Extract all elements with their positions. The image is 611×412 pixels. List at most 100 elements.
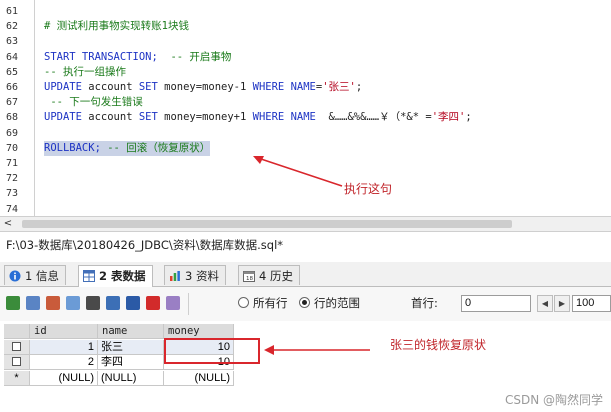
row-selector[interactable]: * (4, 370, 30, 386)
code-token: -- 开启事物 (157, 50, 232, 63)
code-line: ROLLBACK; -- 回滚（恢复原状） (44, 140, 211, 156)
line-number: 61 (6, 6, 19, 17)
grid-cell-name[interactable]: 张三 (98, 339, 164, 355)
profile-icon (170, 271, 180, 281)
code-line: UPDATE account SET money=money+1 WHERE N… (44, 110, 472, 125)
code-token: -- 下一句发生错误 (44, 96, 143, 109)
code-token: SET (138, 81, 158, 93)
refresh-grid-icon[interactable] (66, 296, 80, 310)
code-token: # 测试利用事物实现转账1块钱 (44, 20, 189, 33)
grid-column-header-money[interactable]: money (164, 324, 234, 339)
grid-cell-id[interactable]: (NULL) (30, 370, 98, 386)
code-line: UPDATE account SET money=money-1 WHERE N… (44, 80, 362, 95)
grid-cell-id[interactable]: 1 (30, 339, 98, 355)
radio-all-rows-label: 所有行 (253, 296, 288, 310)
row-checkbox[interactable] (12, 357, 21, 366)
grid-column-header-name[interactable]: name (98, 324, 164, 339)
grid-cell-name[interactable]: 李四 (98, 355, 164, 370)
grid-cell-money[interactable]: (NULL) (164, 370, 234, 386)
save-row-icon[interactable] (46, 296, 60, 310)
code-token: ; (465, 111, 472, 124)
highlight-box (164, 338, 260, 364)
radio-all-rows[interactable] (238, 297, 249, 308)
line-number: 71 (6, 158, 19, 169)
code-token: NAME (290, 81, 316, 93)
grid-header-corner (4, 324, 30, 339)
info-icon (9, 270, 21, 282)
code-line: # 测试利用事物实现转账1块钱 (44, 19, 189, 34)
grid-column-header-id[interactable]: id (30, 324, 98, 339)
code-line: -- 执行一组操作 (44, 65, 126, 80)
row-selector[interactable] (4, 339, 30, 355)
editor-horizontal-scrollbar[interactable]: < (0, 216, 611, 232)
grid-cell-name[interactable]: (NULL) (98, 370, 164, 386)
scroll-left-button[interactable]: < (2, 217, 14, 231)
tab-label: 1 信息 (25, 269, 59, 283)
row-selector[interactable] (4, 355, 30, 370)
sql-editor[interactable]: 61 62 63 64 65 66 67 68 69 70 71 72 73 74 # 测试利用事物实现转… (0, 0, 611, 216)
export-icon[interactable] (126, 296, 140, 310)
code-token: UPDATE (44, 81, 82, 93)
code-line: START TRANSACTION; -- 开启事物 (44, 50, 231, 65)
tab-info[interactable]: 1 信息 (4, 265, 66, 285)
row-checkbox[interactable] (12, 341, 21, 351)
code-token: '张三' (322, 81, 356, 93)
delete-row-icon[interactable] (146, 296, 160, 310)
code-token: account (81, 81, 139, 93)
code-token: WHERE (252, 111, 285, 124)
sort-icon[interactable] (106, 296, 120, 310)
row-count-input[interactable]: 100 (572, 295, 611, 312)
code-token: account (81, 111, 139, 124)
result-tabs: 1 信息 2 表数据 3 资料 18 4 历史 (0, 262, 611, 287)
code-token: ROLLBACK; (44, 141, 101, 154)
code-token: money=money+1 (157, 111, 253, 124)
history-icon: 18 (243, 271, 255, 282)
next-page-button[interactable]: ▶ (554, 295, 570, 312)
line-number: 63 (6, 36, 19, 48)
code-token: UPDATE (44, 111, 82, 124)
tab-label: 3 资料 (185, 269, 219, 283)
code-token: -- 回滚（恢复原状） (100, 141, 211, 154)
line-number: 72 (6, 173, 19, 185)
line-number: 64 (6, 51, 19, 63)
code-token: '李四' (431, 111, 466, 124)
prev-page-button[interactable]: ◀ (537, 295, 553, 312)
reset-icon[interactable] (166, 296, 180, 310)
toolbar-separator (188, 293, 189, 315)
code-token: SET (138, 111, 158, 124)
line-number: 70 (6, 142, 19, 154)
tab-profile[interactable]: 3 资料 (164, 265, 226, 285)
grid-cell-id[interactable]: 2 (30, 355, 98, 370)
file-path: F:\03-数据库\20180426_JDBC\资料\数据库数据.sql* (0, 232, 611, 258)
code-token: WHERE (252, 81, 285, 93)
tab-label: 2 表数据 (99, 269, 146, 283)
tab-table-data[interactable]: 2 表数据 (78, 265, 153, 287)
code-line: -- 下一句发生错误 (44, 95, 143, 110)
code-token: ; (355, 81, 363, 93)
radio-row-range[interactable] (299, 297, 310, 308)
tab-history[interactable]: 18 4 历史 (238, 265, 300, 285)
line-number: 73 (6, 188, 19, 200)
editor-annotation: 执行这句 (344, 182, 393, 196)
code-token: START TRANSACTION; (44, 50, 158, 63)
line-number: 67 (6, 97, 19, 109)
grid-toolbar: 所有行 行的范围 首行: 0 ◀ ▶ 100 (0, 287, 611, 321)
annotation-arrow-grid (264, 345, 370, 355)
filter-icon[interactable] (86, 296, 100, 310)
code-token: &……&%&……￥（*&* = (315, 111, 432, 124)
insert-row-icon[interactable] (6, 296, 20, 310)
watermark: CSDN @陶然同学 (504, 393, 603, 407)
line-number: 66 (6, 82, 19, 93)
scroll-thumb[interactable] (22, 220, 512, 228)
grid-annotation: 张三的钱恢复原状 (390, 338, 487, 352)
code-token: -- 执行一组操作 (44, 65, 126, 78)
line-number: 74 (6, 203, 19, 215)
line-number: 62 (6, 21, 19, 33)
first-row-input[interactable]: 0 (461, 295, 531, 312)
line-number: 68 (6, 112, 19, 124)
first-row-label: 首行: (411, 296, 438, 310)
tab-label: 4 历史 (259, 269, 293, 283)
line-number: 65 (6, 66, 19, 78)
line-number-gutter: 61 62 63 64 65 66 67 68 69 70 71 72 73 74 (0, 0, 35, 216)
duplicate-row-icon[interactable] (26, 296, 40, 310)
